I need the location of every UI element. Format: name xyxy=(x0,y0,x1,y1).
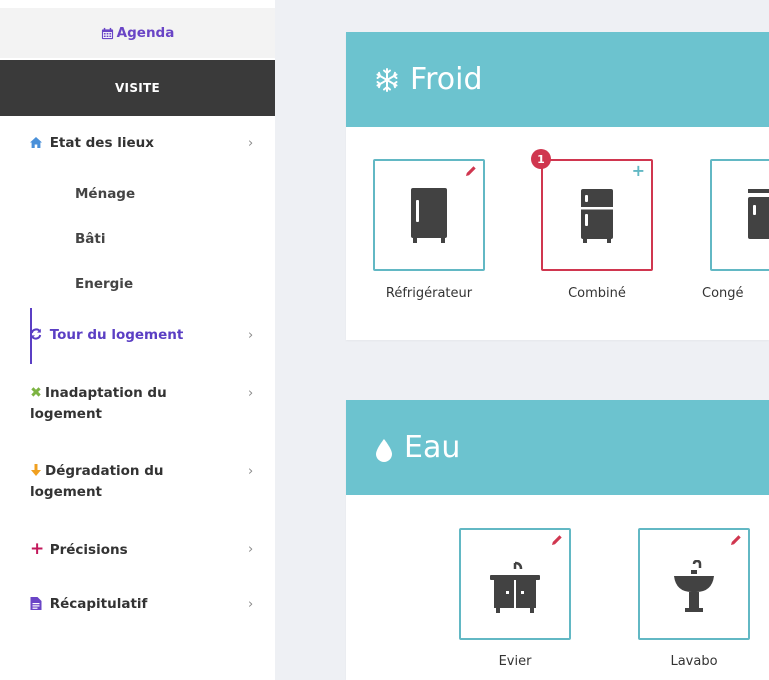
water-drop-icon xyxy=(376,438,392,462)
pencil-icon[interactable] xyxy=(730,534,742,550)
section-title: Eau xyxy=(404,430,461,465)
combined-fridge-icon xyxy=(581,189,613,243)
refresh-icon xyxy=(30,328,42,340)
tile-label: Combiné xyxy=(568,286,626,301)
sidebar-item-text: ✖ Inadaptation du logement xyxy=(30,383,205,425)
sidebar-item-label: Précisions xyxy=(49,542,128,558)
sidebar-item-label: Inadaptation du logement xyxy=(30,385,167,422)
section-header-eau: Eau xyxy=(346,400,769,495)
sidebar: Agenda VISITE Etat des lieux › Ménage Bâ… xyxy=(0,0,275,680)
sidebar-item-label: Tour du logement xyxy=(49,327,184,343)
pencil-icon[interactable] xyxy=(551,534,563,550)
count-badge: 1 xyxy=(531,149,551,169)
sidebar-item-label: Etat des lieux xyxy=(49,135,154,151)
tile-label: Congé xyxy=(702,286,744,301)
sidebar-item-recapitulatif[interactable]: Récapitulatif › xyxy=(30,594,265,615)
tile-label: Lavabo xyxy=(670,654,718,669)
times-icon: ✖ xyxy=(30,385,42,401)
sidebar-item-label: Dégradation du logement xyxy=(30,463,164,500)
agenda-link[interactable]: Agenda xyxy=(0,8,275,58)
sidebar-item-etat-des-lieux[interactable]: Etat des lieux › xyxy=(30,133,265,154)
chevron-right-icon: › xyxy=(248,542,254,557)
refrigerator-icon xyxy=(411,188,447,243)
sidebar-subitem-label: Energie xyxy=(75,276,134,292)
sidebar-subitem-energie[interactable]: Energie xyxy=(75,276,133,292)
app: Agenda VISITE Etat des lieux › Ménage Bâ… xyxy=(0,0,769,680)
sidebar-item-degradation[interactable]: Dégradation du logement › xyxy=(30,461,265,503)
plus-icon[interactable]: + xyxy=(632,161,645,180)
section-header-label: VISITE xyxy=(114,81,161,95)
section-card-froid: Froid Réfrigérateur + 1 Combiné Congé xyxy=(346,32,769,340)
sidebar-subitem-bati[interactable]: Bâti xyxy=(75,231,105,247)
arrow-down-icon xyxy=(31,464,41,476)
freezer-icon xyxy=(748,189,769,239)
agenda-label: Agenda xyxy=(116,25,175,41)
tile-congelateur[interactable] xyxy=(710,159,769,271)
sidebar-item-inadaptation[interactable]: ✖ Inadaptation du logement › xyxy=(30,383,265,425)
section-header-visite: VISITE xyxy=(0,60,275,116)
sidebar-item-tour-du-logement[interactable]: Tour du logement › xyxy=(30,325,265,346)
pencil-icon[interactable] xyxy=(465,165,477,181)
section-card-eau: Eau Evier Lavabo xyxy=(346,400,769,680)
sidebar-item-label: Récapitulatif xyxy=(49,596,148,612)
tile-label: Réfrigérateur xyxy=(385,286,473,301)
tile-combine[interactable]: + xyxy=(541,159,653,271)
calendar-icon xyxy=(101,27,113,39)
sidebar-subitem-label: Ménage xyxy=(75,186,136,202)
chevron-right-icon: › xyxy=(248,386,254,401)
tile-refrigerateur[interactable] xyxy=(373,159,485,271)
section-header-froid: Froid xyxy=(346,32,769,127)
sidebar-subitem-menage[interactable]: Ménage xyxy=(75,186,135,202)
chevron-right-icon: › xyxy=(248,136,254,151)
home-icon xyxy=(30,137,42,148)
snowflake-icon xyxy=(376,67,398,92)
sink-icon xyxy=(490,561,540,613)
chevron-right-icon: › xyxy=(248,597,254,612)
section-title: Froid xyxy=(410,62,483,97)
tile-lavabo[interactable] xyxy=(638,528,750,640)
plus-icon: + xyxy=(30,539,45,559)
sidebar-item-text: Dégradation du logement xyxy=(30,461,205,503)
tile-evier[interactable] xyxy=(459,528,571,640)
washbasin-icon xyxy=(674,560,714,612)
chevron-right-icon: › xyxy=(248,464,254,479)
sidebar-item-precisions[interactable]: + Précisions › xyxy=(30,539,265,561)
tile-label: Evier xyxy=(498,654,532,669)
sidebar-subitem-label: Bâti xyxy=(75,231,106,247)
chevron-right-icon: › xyxy=(248,328,254,343)
file-icon xyxy=(30,597,42,610)
